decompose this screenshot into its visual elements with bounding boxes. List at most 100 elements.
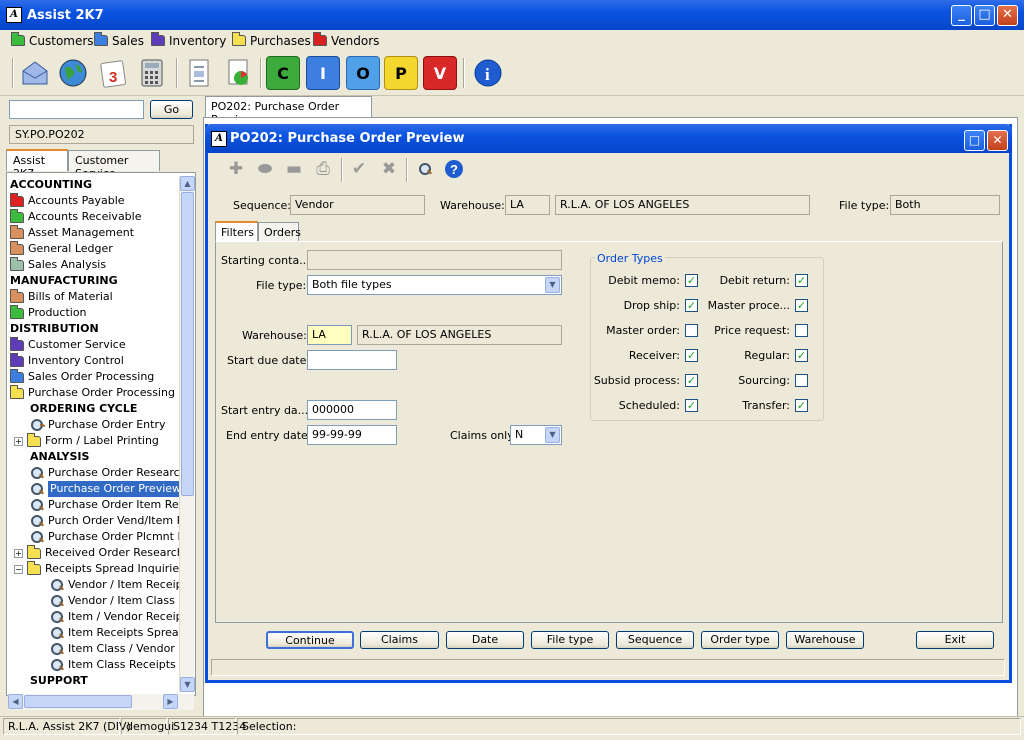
tree-item[interactable]: Sales Analysis (10, 256, 106, 273)
delete-icon[interactable]: ▬ (281, 157, 307, 181)
start-entry-date-input[interactable]: 000000 (307, 400, 397, 420)
tree-item[interactable]: Inventory Control (10, 352, 124, 369)
expand-icon[interactable]: + (14, 436, 23, 446)
inventory-folder-icon[interactable]: I (306, 56, 340, 90)
tree-item[interactable]: Vendor / Item Receipts (50, 577, 193, 593)
collapse-icon[interactable]: − (14, 564, 23, 574)
menu-customers[interactable]: Customers (8, 32, 97, 49)
menu-purchases[interactable]: Purchases (229, 32, 314, 49)
tree-item[interactable]: Sales Order Processing (10, 368, 154, 385)
tree-item[interactable]: Purchase Order Plcmnt Inq (30, 529, 195, 545)
tree-item[interactable]: Item / Vendor Receipts (50, 609, 193, 625)
link-icon[interactable]: ⬬ (252, 157, 278, 181)
scroll-left-icon[interactable]: ◀ (8, 694, 23, 709)
tree-horizontal-scrollbar[interactable]: ◀ ▶ (8, 694, 194, 710)
minimize-button[interactable]: _ (951, 5, 972, 26)
order-type-checkbox[interactable]: ✓ (795, 399, 808, 412)
order-type-checkbox[interactable] (685, 324, 698, 337)
tree-item[interactable]: Accounts Payable (10, 192, 125, 209)
order-type-checkbox[interactable]: ✓ (685, 299, 698, 312)
order-type-checkbox[interactable]: ✓ (795, 349, 808, 362)
file-type-button[interactable]: File type (531, 631, 609, 649)
tree-vertical-scrollbar[interactable]: ▲ ▼ (179, 176, 195, 692)
search-input[interactable] (9, 100, 144, 119)
tree-item[interactable]: + Form / Label Printing (14, 432, 159, 449)
tree-item[interactable]: Purchase Order Item Rese (30, 497, 191, 513)
accept-icon[interactable]: ✔ (346, 157, 372, 181)
tab-assist-2k7[interactable]: Assist 2K7 (6, 149, 68, 180)
report-chart-icon[interactable] (221, 56, 255, 90)
tree-item[interactable]: General Ledger (10, 240, 113, 257)
mail-icon[interactable] (18, 56, 52, 90)
globe-icon[interactable] (56, 56, 90, 90)
tree-item[interactable]: Vendor / Item Class Sp (50, 593, 192, 609)
scroll-thumb[interactable] (24, 695, 132, 708)
add-icon[interactable]: ✚ (223, 157, 249, 181)
order-type-checkbox[interactable]: ✓ (685, 374, 698, 387)
sequence-button[interactable]: Sequence (616, 631, 694, 649)
menu-inventory[interactable]: Inventory (148, 32, 229, 49)
help-icon[interactable]: ? (441, 157, 467, 181)
claims-button[interactable]: Claims (360, 631, 439, 649)
scroll-right-icon[interactable]: ▶ (163, 694, 178, 709)
calculator-icon[interactable] (135, 56, 169, 90)
cancel-icon[interactable]: ✖ (376, 157, 402, 181)
go-button[interactable]: Go (150, 100, 193, 119)
tree-item[interactable]: + Received Order Researche (14, 544, 191, 561)
order-type-checkbox[interactable]: ✓ (685, 399, 698, 412)
file-type-select[interactable]: Both file types ▼ (307, 275, 562, 295)
continue-button[interactable]: Continue (266, 631, 354, 649)
chevron-down-icon[interactable]: ▼ (545, 277, 560, 293)
tree-item[interactable]: Asset Management (10, 224, 134, 241)
scroll-up-icon[interactable]: ▲ (180, 176, 195, 191)
order-type-checkbox[interactable]: ✓ (795, 274, 808, 287)
purchases-folder-icon[interactable]: P (384, 56, 418, 90)
tab-filters[interactable]: Filters (215, 221, 258, 242)
tree-item[interactable]: Customer Service (10, 336, 126, 353)
info-icon[interactable]: i (471, 56, 505, 90)
document-tab[interactable]: PO202: Purchase Order Preview (205, 96, 372, 126)
scroll-down-icon[interactable]: ▼ (180, 677, 195, 692)
tree-item[interactable]: Purchase Order Entry (30, 417, 165, 433)
tree-item[interactable]: Purch Order Vend/Item Re: (30, 513, 194, 529)
tab-customer-service[interactable]: Customer Service (68, 150, 160, 180)
tree-item[interactable]: Production (10, 304, 87, 321)
chevron-down-icon[interactable]: ▼ (545, 427, 560, 443)
starting-contact-field[interactable] (307, 250, 562, 270)
warehouse-button[interactable]: Warehouse (786, 631, 864, 649)
tree-item[interactable]: Purchase Order Research (30, 465, 187, 481)
tree-item-selected[interactable]: Purchase Order Preview (30, 481, 184, 497)
order-type-checkbox[interactable]: ✓ (685, 349, 698, 362)
search-icon[interactable] (412, 157, 438, 181)
exit-button[interactable]: Exit (916, 631, 994, 649)
tree-item[interactable]: Purchase Order Processing (10, 384, 175, 401)
calendar-icon[interactable]: 3 (96, 56, 130, 90)
order-type-checkbox[interactable]: ✓ (795, 299, 808, 312)
window-maximize-button[interactable]: □ (964, 130, 985, 151)
order-type-checkbox[interactable] (795, 324, 808, 337)
claims-only-select[interactable]: N ▼ (510, 425, 562, 445)
print-icon[interactable]: ⎙ (310, 157, 336, 181)
orders-folder-icon[interactable]: O (346, 56, 380, 90)
tree-item[interactable]: Item Receipts Spread (50, 625, 186, 641)
document-icon[interactable] (182, 56, 216, 90)
maximize-button[interactable]: □ (974, 5, 995, 26)
tree-item[interactable]: Accounts Receivable (10, 208, 142, 225)
order-type-button[interactable]: Order type (701, 631, 779, 649)
tab-orders[interactable]: Orders (258, 222, 301, 242)
scroll-thumb[interactable] (181, 192, 194, 496)
order-type-checkbox[interactable] (795, 374, 808, 387)
vendors-folder-icon[interactable]: V (423, 56, 457, 90)
end-entry-date-input[interactable]: 99-99-99 (307, 425, 397, 445)
close-button[interactable]: ✕ (997, 5, 1018, 26)
menu-vendors[interactable]: Vendors (310, 32, 382, 49)
order-type-checkbox[interactable]: ✓ (685, 274, 698, 287)
customers-folder-icon[interactable]: C (266, 56, 300, 90)
tree-item[interactable]: − Receipts Spread Inquiries (14, 560, 185, 577)
tree-item[interactable]: Bills of Material (10, 288, 113, 305)
menu-sales[interactable]: Sales (91, 32, 147, 49)
tree-item[interactable]: Item Class Receipts Sp (50, 657, 193, 673)
window-close-button[interactable]: ✕ (987, 130, 1008, 151)
warehouse-code-input[interactable]: LA (307, 325, 352, 345)
tree-item[interactable]: Item Class / Vendor Sp (50, 641, 192, 657)
